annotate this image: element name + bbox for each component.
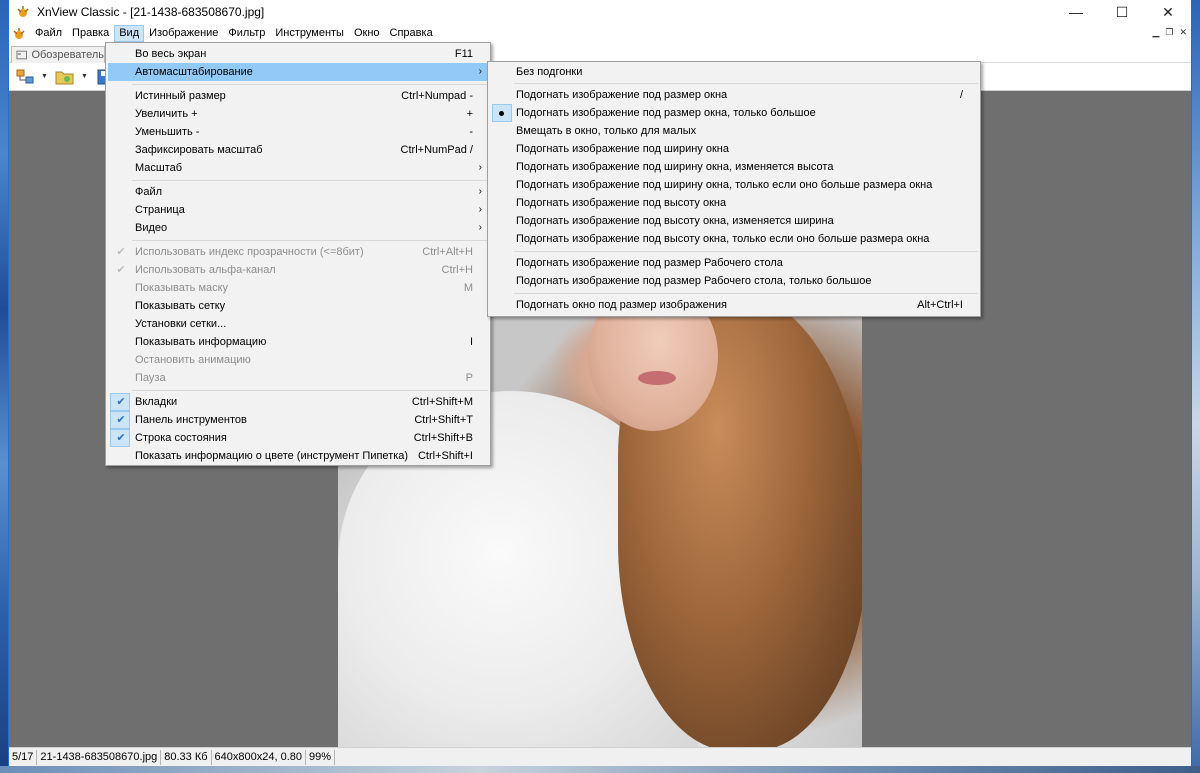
open-folder-icon <box>55 71 74 84</box>
view-menu-page[interactable]: Страница › <box>108 201 488 219</box>
autoscale-fit-width-height-changes[interactable]: Подогнать изображение под ширину окна, и… <box>490 158 978 176</box>
autoscale-fit-desktop[interactable]: Подогнать изображение под размер Рабочег… <box>490 254 978 272</box>
menu-filter[interactable]: Фильтр <box>223 25 270 42</box>
status-index: 5/17 <box>9 749 38 765</box>
browser-button[interactable] <box>11 66 39 88</box>
view-menu-video[interactable]: Видео › <box>108 219 488 237</box>
autoscale-fit-desktop-large-only[interactable]: Подогнать изображение под размер Рабочег… <box>490 272 978 290</box>
status-bar: 5/17 21-1438-683508670.jpg 80.33 Кб 640x… <box>9 747 1191 766</box>
view-menu-file[interactable]: Файл › <box>108 183 488 201</box>
desktop-taskbar-strip <box>0 766 1200 773</box>
status-zoom: 99% <box>306 749 336 765</box>
view-menu-show-mask[interactable]: Показывать маску M <box>108 279 488 297</box>
view-menu-toolbar[interactable]: ✔ Панель инструментов Ctrl+Shift+T <box>108 411 488 429</box>
xnview-logo-icon[interactable] <box>12 27 26 41</box>
status-filesize: 80.33 Кб <box>161 749 212 765</box>
autoscale-fit-height-if-larger[interactable]: Подогнать изображение под высоту окна, т… <box>490 230 978 248</box>
autoscale-fit-width-if-larger[interactable]: Подогнать изображение под ширину окна, т… <box>490 176 978 194</box>
view-menu-alpha-channel[interactable]: ✔ Использовать альфа-канал Ctrl+H <box>108 261 488 279</box>
menu-bar: Файл Правка Вид Изображение Фильтр Инстр… <box>9 24 1191 43</box>
autoscale-fit-window-large-only[interactable]: Подогнать изображение под размер окна, т… <box>490 104 978 122</box>
view-menu-zoom-out[interactable]: Уменьшить - - <box>108 123 488 141</box>
mdi-close-icon[interactable]: ✕ <box>1179 27 1187 38</box>
menu-separator <box>514 251 978 252</box>
maximize-button[interactable]: ☐ <box>1099 0 1145 24</box>
menu-tools[interactable]: Инструменты <box>270 25 349 42</box>
status-dimensions: 640x800x24, 0.80 <box>212 749 307 765</box>
browser-dropdown-icon[interactable]: ▼ <box>41 73 49 80</box>
view-menu: Во весь экран F11 Автомасштабирование › … <box>105 42 491 466</box>
autoscale-fit-height[interactable]: Подогнать изображение под высоту окна <box>490 194 978 212</box>
menu-view[interactable]: Вид <box>114 25 145 42</box>
browser-icon <box>16 69 34 83</box>
view-menu-show-grid[interactable]: Показывать сетку <box>108 297 488 315</box>
view-menu-true-size[interactable]: Истинный размер Ctrl+Numpad - <box>108 87 488 105</box>
status-filename: 21-1438-683508670.jpg <box>37 749 162 765</box>
checkmark-icon: ✔ <box>116 264 126 276</box>
tab-browser[interactable]: Обозреватель <box>11 46 105 63</box>
view-menu-zoom[interactable]: Масштаб › <box>108 159 488 177</box>
view-menu-color-info[interactable]: Показать информацию о цвете (инструмент … <box>108 447 488 465</box>
menu-separator <box>132 84 488 85</box>
autoscale-fit-width[interactable]: Подогнать изображение под ширину окна <box>490 140 978 158</box>
close-button[interactable]: ✕ <box>1145 0 1191 24</box>
minimize-icon: — <box>1069 4 1083 20</box>
menu-edit[interactable]: Правка <box>67 25 114 42</box>
submenu-arrow-icon: › <box>478 66 482 77</box>
view-menu-tabs[interactable]: ✔ Вкладки Ctrl+Shift+M <box>108 393 488 411</box>
menu-file[interactable]: Файл <box>30 25 67 42</box>
checkmark-icon: ✔ <box>116 396 126 408</box>
close-icon: ✕ <box>1162 3 1174 20</box>
view-menu-grid-settings[interactable]: Установки сетки... <box>108 315 488 333</box>
autoscale-no-fit[interactable]: Без подгонки <box>490 63 978 81</box>
checkmark-icon: ✔ <box>116 246 126 258</box>
desktop-right-strip <box>1192 0 1200 773</box>
mdi-restore-icon[interactable]: ❐ <box>1165 27 1173 38</box>
view-menu-fullscreen[interactable]: Во весь экран F11 <box>108 45 488 63</box>
submenu-arrow-icon: › <box>478 162 482 173</box>
menu-separator <box>514 293 978 294</box>
autoscale-fit-window[interactable]: Подогнать изображение под размер окна / <box>490 86 978 104</box>
view-menu-autoscale[interactable]: Автомасштабирование › <box>108 63 488 81</box>
tab-label: Обозреватель <box>31 49 104 61</box>
view-menu-lock-zoom[interactable]: Зафиксировать масштаб Ctrl+NumPad / <box>108 141 488 159</box>
title-bar[interactable]: XnView Classic - [21-1438-683508670.jpg]… <box>9 0 1191 24</box>
submenu-arrow-icon: › <box>478 204 482 215</box>
mdi-minimize-icon[interactable]: ▁ <box>1152 27 1159 38</box>
submenu-arrow-icon: › <box>478 186 482 197</box>
menu-separator <box>514 83 978 84</box>
open-dropdown-icon[interactable]: ▼ <box>81 73 89 80</box>
autoscale-submenu: Без подгонки Подогнать изображение под р… <box>487 61 981 317</box>
photo-lips-region <box>638 371 676 385</box>
menu-separator <box>132 180 488 181</box>
view-menu-statusbar[interactable]: ✔ Строка состояния Ctrl+Shift+B <box>108 429 488 447</box>
submenu-arrow-icon: › <box>478 222 482 233</box>
view-menu-stop-animation[interactable]: Остановить анимацию <box>108 351 488 369</box>
desktop-left-strip <box>0 0 8 773</box>
autoscale-fit-height-width-changes[interactable]: Подогнать изображение под высоту окна, и… <box>490 212 978 230</box>
menu-separator <box>132 390 488 391</box>
maximize-icon: ☐ <box>1115 3 1129 20</box>
menu-window[interactable]: Окно <box>349 25 385 42</box>
window-title: XnView Classic - [21-1438-683508670.jpg] <box>37 5 265 19</box>
menu-separator <box>132 240 488 241</box>
radio-bullet-icon <box>499 111 504 116</box>
view-menu-pause[interactable]: Пауза P <box>108 369 488 387</box>
view-menu-transparency-index[interactable]: ✔ Использовать индекс прозрачности (<=8б… <box>108 243 488 261</box>
open-button[interactable] <box>51 66 79 88</box>
autoscale-fit-small-only[interactable]: Вмещать в окно, только для малых <box>490 122 978 140</box>
minimize-button[interactable]: — <box>1053 0 1099 24</box>
view-menu-zoom-in[interactable]: Увеличить + + <box>108 105 488 123</box>
menu-help[interactable]: Справка <box>385 25 438 42</box>
view-menu-show-info[interactable]: Показывать информацию I <box>108 333 488 351</box>
browser-tab-icon <box>16 50 27 60</box>
checkmark-icon: ✔ <box>116 432 126 444</box>
autoscale-fit-window-to-image[interactable]: Подогнать окно под размер изображения Al… <box>490 296 978 314</box>
xnview-logo-icon <box>17 6 29 17</box>
checkmark-icon: ✔ <box>116 414 126 426</box>
menu-image[interactable]: Изображение <box>144 25 223 42</box>
